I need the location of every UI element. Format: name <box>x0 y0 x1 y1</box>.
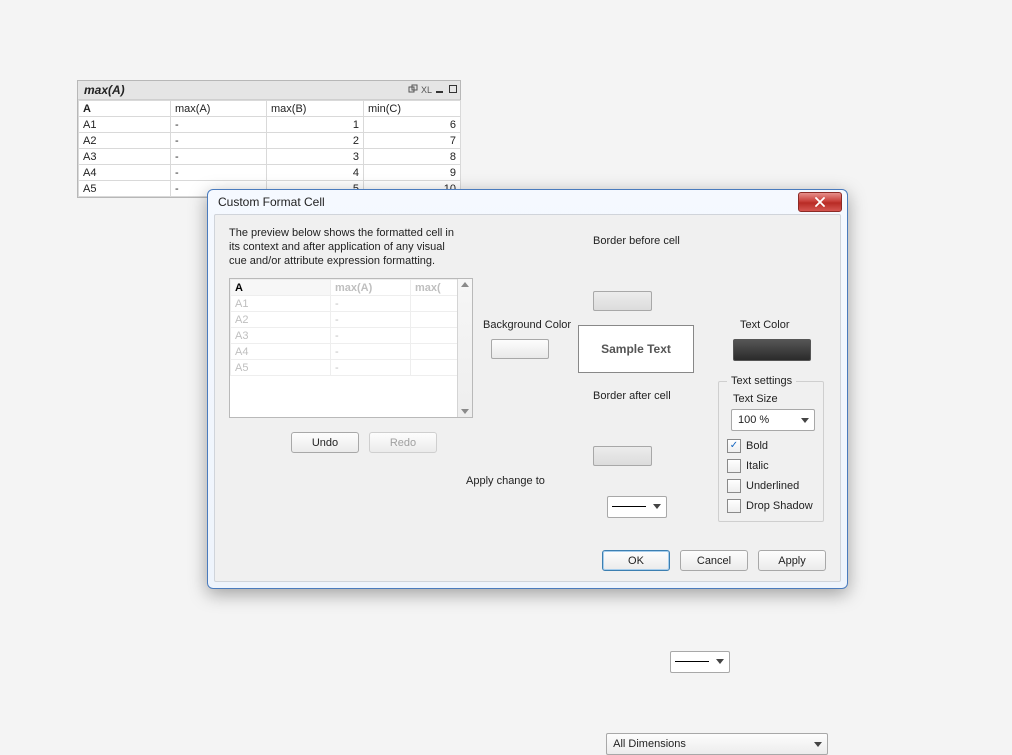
col-header[interactable]: max(A) <box>171 101 267 117</box>
apply-change-value: All Dimensions <box>607 738 827 750</box>
maximize-icon[interactable] <box>448 84 458 96</box>
preview-col-header: max( <box>411 280 458 296</box>
cell[interactable]: - <box>171 117 267 133</box>
preview-row: A2- <box>231 312 458 328</box>
text-color-button[interactable] <box>733 339 811 361</box>
preview-table: A max(A) max( A1- A2- A3- A4- A5- <box>230 279 458 376</box>
border-before-style-dropdown[interactable] <box>607 496 667 518</box>
background-color-label: Background Color <box>483 319 571 331</box>
dropshadow-label: Drop Shadow <box>746 500 813 512</box>
apply-change-dropdown[interactable]: All Dimensions <box>606 733 828 755</box>
underlined-checkbox[interactable] <box>727 479 741 493</box>
line-sample-icon <box>612 506 646 507</box>
table-row[interactable]: A1-16 <box>79 117 461 133</box>
ok-button[interactable]: OK <box>602 550 670 571</box>
col-header[interactable]: max(B) <box>267 101 364 117</box>
cancel-button[interactable]: Cancel <box>680 550 748 571</box>
preview-row: A5- <box>231 360 458 376</box>
cell[interactable]: A4 <box>79 165 171 181</box>
sample-text: Sample Text <box>601 342 671 356</box>
cell[interactable]: - <box>171 165 267 181</box>
bold-checkbox-row[interactable]: ✓ Bold <box>727 439 815 453</box>
minimize-icon[interactable] <box>435 84 445 96</box>
xl-icon[interactable]: XL <box>421 85 432 95</box>
cell[interactable]: A3 <box>79 149 171 165</box>
detach-icon[interactable] <box>408 84 418 96</box>
chevron-down-icon <box>713 654 727 670</box>
text-color-label: Text Color <box>740 319 790 331</box>
col-header[interactable]: A <box>79 101 171 117</box>
custom-format-cell-dialog: Custom Format Cell The preview below sho… <box>207 189 848 589</box>
table-row[interactable]: A2-27 <box>79 133 461 149</box>
bold-checkbox[interactable]: ✓ <box>727 439 741 453</box>
border-before-color-button[interactable] <box>593 291 652 311</box>
col-header[interactable]: min(C) <box>364 101 461 117</box>
chevron-down-icon <box>798 412 812 428</box>
text-settings-group: Text settings Text Size 100 % ✓ Bold Ita… <box>718 375 824 522</box>
underlined-label: Underlined <box>746 480 799 492</box>
underlined-checkbox-row[interactable]: Underlined <box>727 479 815 493</box>
cell[interactable]: 4 <box>267 165 364 181</box>
cell[interactable]: 1 <box>267 117 364 133</box>
spreadsheet-titlebar: max(A) XL <box>78 81 460 100</box>
preview-col-header: max(A) <box>331 280 411 296</box>
border-before-label: Border before cell <box>593 235 680 247</box>
preview-row: A4- <box>231 344 458 360</box>
description-text: The preview below shows the formatted ce… <box>229 227 459 268</box>
spreadsheet-title: max(A) <box>84 83 125 97</box>
chevron-down-icon <box>650 499 664 515</box>
cell[interactable]: A2 <box>79 133 171 149</box>
text-size-value: 100 % <box>732 414 787 426</box>
close-button[interactable] <box>798 192 842 212</box>
table-row[interactable]: A3-38 <box>79 149 461 165</box>
preview-pane: A max(A) max( A1- A2- A3- A4- A5- <box>229 278 473 418</box>
preview-row: A3- <box>231 328 458 344</box>
cell[interactable]: 8 <box>364 149 461 165</box>
cell[interactable]: 2 <box>267 133 364 149</box>
undo-button[interactable]: Undo <box>291 432 359 453</box>
dropshadow-checkbox-row[interactable]: Drop Shadow <box>727 499 815 513</box>
border-after-label: Border after cell <box>593 390 671 402</box>
border-after-style-dropdown[interactable] <box>670 651 730 673</box>
spreadsheet-window: max(A) XL A max(A) max(B) min(C) A1-1 <box>77 80 461 198</box>
preview-row: A1- <box>231 296 458 312</box>
chevron-down-icon <box>811 736 825 752</box>
cell[interactable]: 3 <box>267 149 364 165</box>
spreadsheet-table[interactable]: A max(A) max(B) min(C) A1-16 A2-27 A3-38… <box>78 100 461 197</box>
bold-label: Bold <box>746 440 768 452</box>
cell[interactable]: 6 <box>364 117 461 133</box>
background-color-button[interactable] <box>491 339 549 359</box>
dialog-titlebar[interactable]: Custom Format Cell <box>208 190 847 214</box>
cell[interactable]: 9 <box>364 165 461 181</box>
cell[interactable]: 7 <box>364 133 461 149</box>
dialog-body: The preview below shows the formatted ce… <box>214 214 841 582</box>
italic-checkbox-row[interactable]: Italic <box>727 459 815 473</box>
text-size-label: Text Size <box>733 393 815 405</box>
cell[interactable]: A5 <box>79 181 171 197</box>
dialog-title: Custom Format Cell <box>218 195 325 209</box>
cell[interactable]: - <box>171 133 267 149</box>
table-row[interactable]: A4-49 <box>79 165 461 181</box>
italic-label: Italic <box>746 460 769 472</box>
redo-button[interactable]: Redo <box>369 432 437 453</box>
text-settings-legend: Text settings <box>727 375 796 387</box>
text-size-dropdown[interactable]: 100 % <box>731 409 815 431</box>
cell[interactable]: - <box>171 149 267 165</box>
dropshadow-checkbox[interactable] <box>727 499 741 513</box>
cell[interactable]: A1 <box>79 117 171 133</box>
border-after-color-button[interactable] <box>593 446 652 466</box>
preview-scrollbar[interactable] <box>457 279 472 417</box>
preview-col-header: A <box>231 280 331 296</box>
table-body: A1-16 A2-27 A3-38 A4-49 A5-510 <box>79 117 461 197</box>
table-header-row[interactable]: A max(A) max(B) min(C) <box>79 101 461 117</box>
apply-change-label: Apply change to <box>466 475 545 487</box>
line-sample-icon <box>675 661 709 662</box>
italic-checkbox[interactable] <box>727 459 741 473</box>
apply-button[interactable]: Apply <box>758 550 826 571</box>
sample-text-preview: Sample Text <box>578 325 694 373</box>
